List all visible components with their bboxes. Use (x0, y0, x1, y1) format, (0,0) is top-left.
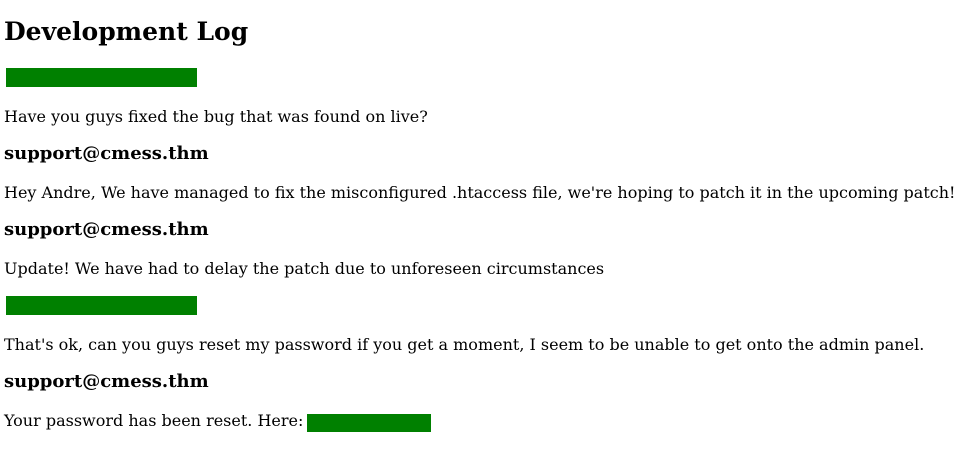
entry-author: support@cmess.thm (4, 219, 209, 240)
log-entry: support@cmess.thm Your password has been… (4, 370, 974, 432)
page-title: Development Log (4, 17, 249, 46)
entry-author (4, 66, 974, 90)
entry-message: Hey Andre, We have managed to fix the mi… (4, 183, 956, 202)
redaction-block (6, 296, 197, 315)
log-entry: support@cmess.thm Hey Andre, We have man… (4, 142, 974, 204)
entry-message: That's ok, can you guys reset my passwor… (4, 335, 925, 354)
entry-author: support@cmess.thm (4, 143, 209, 164)
redacted-password (307, 413, 432, 432)
log-entry: support@cmess.thm Update! We have had to… (4, 218, 974, 280)
entry-message: Have you guys fixed the bug that was fou… (4, 107, 428, 126)
entry-message-text: Your password has been reset. Here: (4, 411, 304, 430)
redaction-block (6, 68, 197, 87)
entry-author (4, 294, 974, 318)
entry-author: support@cmess.thm (4, 371, 209, 392)
log-entry: Have you guys fixed the bug that was fou… (4, 66, 974, 128)
log-entry: That's ok, can you guys reset my passwor… (4, 294, 974, 356)
development-log-page: Development Log Have you guys fixed the … (4, 16, 974, 432)
entry-message: Your password has been reset. Here: (4, 410, 974, 432)
entry-message: Update! We have had to delay the patch d… (4, 259, 605, 278)
